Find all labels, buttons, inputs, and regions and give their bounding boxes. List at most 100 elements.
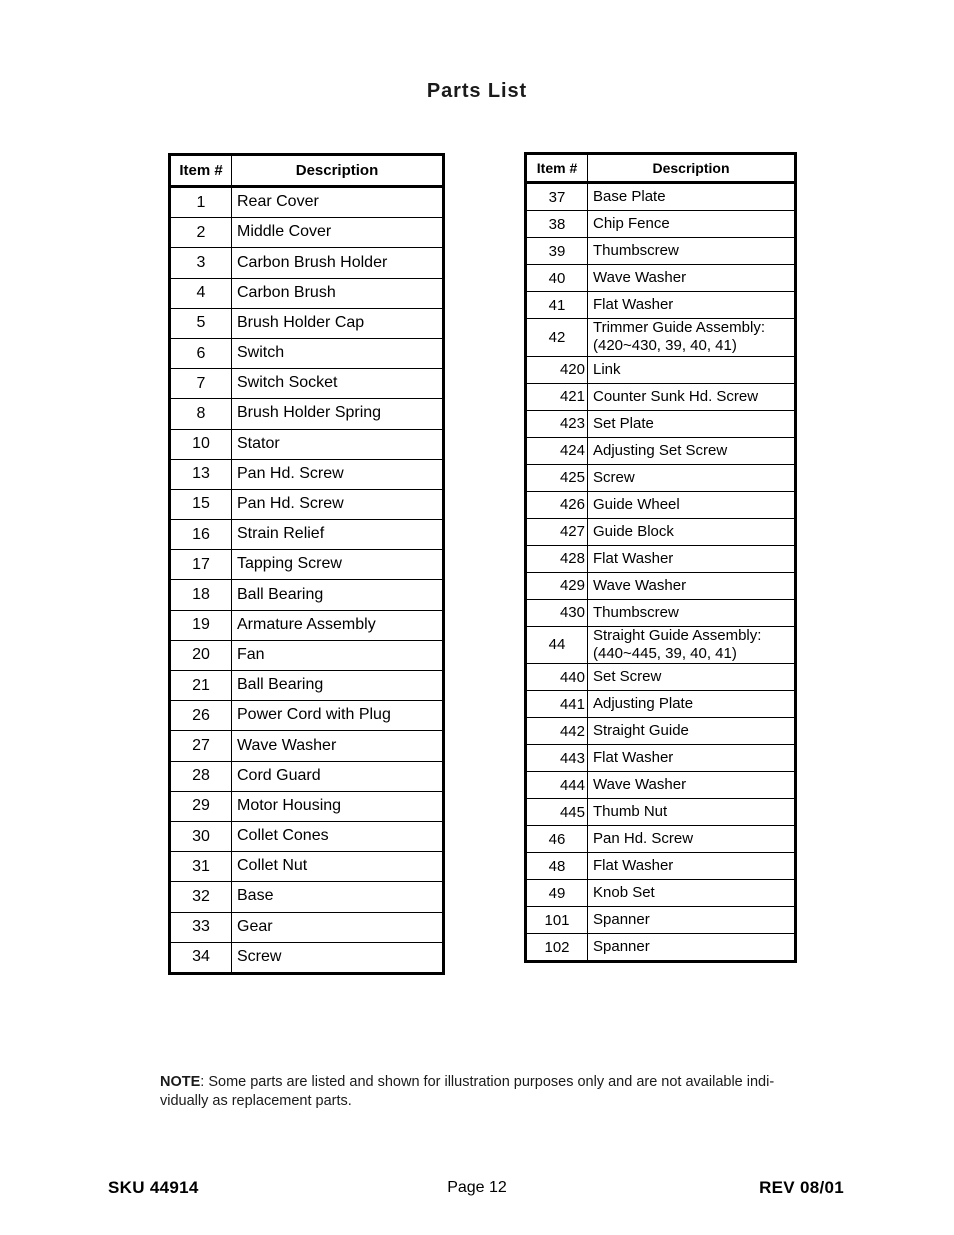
- page-footer: SKU 44914 Page 12 REV 08/01: [0, 1178, 954, 1202]
- table-body-left: 1 Rear Cover 2 Middle Cover 3 Carbon Brush Ho…: [169, 185, 444, 974]
- header-row: Item # Description: [169, 154, 444, 188]
- cell-description: Armature Assembly: [231, 609, 444, 641]
- table-row: 101 Spanner: [525, 906, 796, 935]
- cell-item-number: 39: [525, 237, 588, 265]
- table-row: 442 Straight Guide: [525, 717, 796, 746]
- table-row: 420 Link: [525, 355, 796, 384]
- column-header-item: Item #: [525, 153, 588, 184]
- cell-item-number: 29: [169, 790, 232, 822]
- table-row: 3 Carbon Brush Holder: [169, 247, 444, 279]
- table-row: 18 Ball Bearing: [169, 579, 444, 611]
- table-row: 34 Screw: [169, 941, 444, 974]
- cell-item-number: 49: [525, 879, 588, 908]
- table-row: 30 Collet Cones: [169, 820, 444, 853]
- cell-item-number: 5: [169, 307, 232, 339]
- cell-description: Gear: [231, 911, 444, 943]
- table-row: 428 Flat Washer: [525, 544, 796, 573]
- cell-description: Thumbscrew: [587, 598, 796, 627]
- cell-item-number: 34: [169, 941, 232, 974]
- cell-item-number: 1: [169, 185, 232, 219]
- column-header-description: Description: [587, 153, 796, 184]
- table-row: 441 Adjusting Plate: [525, 690, 796, 719]
- cell-description: Wave Washer: [587, 771, 796, 800]
- cell-item-number: 426: [525, 490, 588, 519]
- table-row: 13 Pan Hd. Screw: [169, 458, 444, 490]
- cell-description: Trimmer Guide Assembly: (420~430, 39, 40…: [587, 318, 796, 357]
- table-row: 48 Flat Washer: [525, 852, 796, 881]
- cell-item-number: 16: [169, 519, 232, 551]
- parts-table-left: Item # Description 1 Rear Cover 2 Middle Co…: [168, 153, 445, 975]
- cell-item-number: 19: [169, 609, 232, 641]
- cell-item-number: 38: [525, 210, 588, 238]
- column-header-item: Item #: [169, 154, 232, 188]
- cell-description: Adjusting Set Screw: [587, 436, 796, 465]
- cell-description: Carbon Brush Holder: [231, 247, 444, 279]
- cell-item-number: 42: [525, 318, 588, 357]
- cell-description: Flat Washer: [587, 852, 796, 881]
- table-row: 5 Brush Holder Cap: [169, 307, 444, 339]
- cell-item-number: 2: [169, 217, 232, 249]
- table-row: 19 Armature Assembly: [169, 609, 444, 641]
- cell-description: Base Plate: [587, 182, 796, 211]
- page-title: Parts List: [426, 80, 528, 102]
- cell-item-number: 26: [169, 700, 232, 732]
- table-body-right: 37 Base Plate 38 Chip Fence 39 Thumbscrew 40 Wa…: [525, 182, 796, 963]
- cell-description: Brush Holder Spring: [231, 398, 444, 430]
- table-row: 8 Brush Holder Spring: [169, 398, 444, 430]
- table-row: 6 Switch: [169, 337, 444, 370]
- cell-item-number: 7: [169, 368, 232, 400]
- footer-revision: REV 08/01: [759, 1178, 844, 1197]
- cell-item-number: 101: [525, 906, 588, 935]
- table-row: 7 Switch Socket: [169, 368, 444, 400]
- cell-description: Guide Block: [587, 517, 796, 546]
- table-row: 26 Power Cord with Plug: [169, 700, 444, 732]
- cell-description: Screw: [587, 463, 796, 492]
- cell-description: Switch Socket: [231, 368, 444, 400]
- note-block: NOTE: Some parts are listed and shown fo…: [160, 1073, 815, 1112]
- table-row: 444 Wave Washer: [525, 771, 796, 800]
- cell-item-number: 442: [525, 717, 588, 746]
- table-row: 10 Stator: [169, 428, 444, 460]
- cell-description: Wave Washer: [587, 264, 796, 292]
- cell-description: Wave Washer: [231, 730, 444, 762]
- cell-item-number: 20: [169, 639, 232, 672]
- cell-item-number: 440: [525, 663, 588, 692]
- cell-description: Counter Sunk Hd. Screw: [587, 382, 796, 411]
- cell-description: Tapping Screw: [231, 549, 444, 581]
- cell-item-number: 40: [525, 264, 588, 292]
- table-row: 46 Pan Hd. Screw: [525, 825, 796, 854]
- cell-item-number: 428: [525, 544, 588, 573]
- cell-description: Motor Housing: [231, 790, 444, 822]
- column-header-description: Description: [231, 154, 444, 188]
- cell-item-number: 46: [525, 825, 588, 854]
- table-row: 423 Set Plate: [525, 409, 796, 438]
- cell-description: Link: [587, 355, 796, 384]
- cell-description: Base: [231, 881, 444, 913]
- cell-item-number: 32: [169, 881, 232, 913]
- cell-description: Pan Hd. Screw: [587, 825, 796, 854]
- cell-item-number: 441: [525, 690, 588, 719]
- cell-item-number: 424: [525, 436, 588, 465]
- table-row: 32 Base: [169, 881, 444, 913]
- table-row: 20 Fan: [169, 639, 444, 672]
- cell-item-number: 102: [525, 933, 588, 963]
- table-row: 15 Pan Hd. Screw: [169, 488, 444, 521]
- table-row: 28 Cord Guard: [169, 760, 444, 792]
- cell-item-number: 420: [525, 355, 588, 384]
- cell-description: Adjusting Plate: [587, 690, 796, 719]
- cell-item-number: 30: [169, 820, 232, 853]
- table-row: 40 Wave Washer: [525, 264, 796, 292]
- cell-description: Pan Hd. Screw: [231, 458, 444, 490]
- note-text: : Some parts are listed and shown for il…: [160, 1074, 775, 1110]
- table-row: 102 Spanner: [525, 933, 796, 963]
- cell-description: Straight Guide: [587, 717, 796, 746]
- cell-description: Fan: [231, 639, 444, 672]
- cell-description: Pan Hd. Screw: [231, 488, 444, 521]
- cell-item-number: 13: [169, 458, 232, 490]
- cell-description: Switch: [231, 337, 444, 370]
- cell-item-number: 427: [525, 517, 588, 546]
- cell-item-number: 421: [525, 382, 588, 411]
- cell-item-number: 27: [169, 730, 232, 762]
- table-row: 31 Collet Nut: [169, 851, 444, 883]
- cell-item-number: 21: [169, 669, 232, 702]
